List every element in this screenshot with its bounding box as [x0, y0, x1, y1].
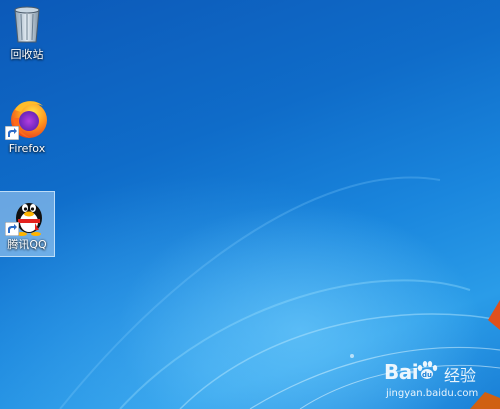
firefox-icon: [5, 96, 49, 140]
wallpaper-swirl: [59, 176, 500, 409]
desktop-icon-qq[interactable]: 腾讯QQ: [0, 191, 55, 257]
desktop-icon-label: 回收站: [10, 48, 44, 61]
recycle-bin-icon: [5, 2, 49, 46]
desktop[interactable]: 回收站 Firefox 腾讯QQ Bai du 经验 jingyan.baidu…: [0, 0, 500, 409]
shortcut-arrow-icon: [5, 222, 19, 236]
watermark-brand: Bai: [384, 360, 419, 384]
desktop-icon-label: Firefox: [8, 142, 46, 155]
desktop-icon-firefox[interactable]: Firefox: [0, 96, 54, 155]
desktop-icon-label: 腾讯QQ: [7, 238, 47, 251]
qq-penguin-icon: [5, 192, 49, 236]
shortcut-arrow-icon: [5, 126, 19, 140]
svg-text:du: du: [422, 371, 432, 379]
watermark-url: jingyan.baidu.com: [386, 388, 479, 399]
paw-icon: du: [417, 361, 438, 379]
desktop-icon-recycle-bin[interactable]: 回收站: [0, 2, 54, 61]
watermark-suffix: 经验: [444, 366, 477, 385]
baidu-jingyan-watermark: Bai du 经验 jingyan.baidu.com: [382, 352, 500, 409]
